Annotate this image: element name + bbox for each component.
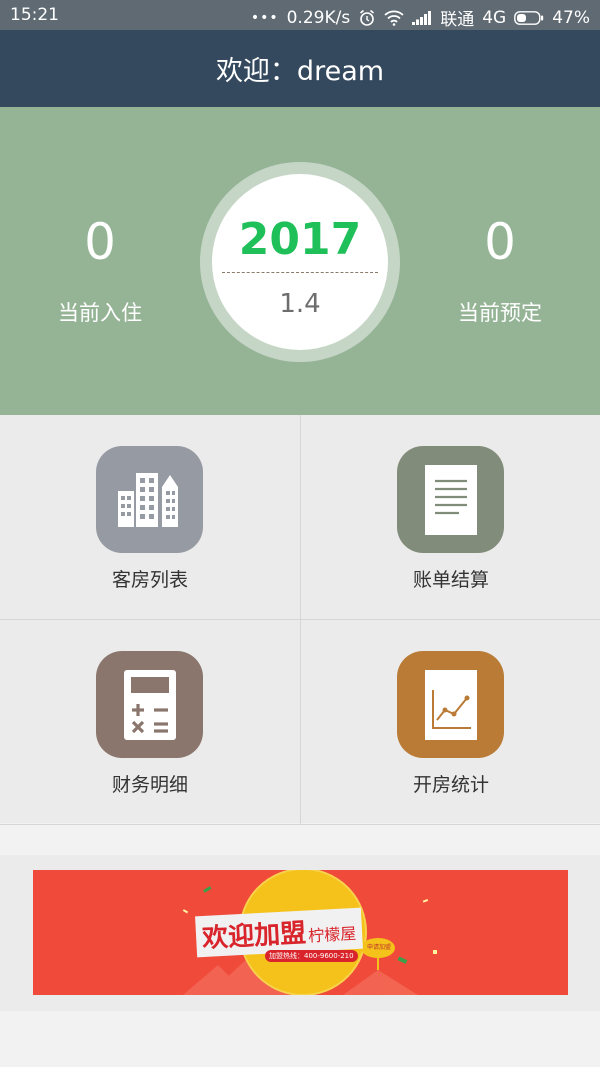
alarm-icon (358, 9, 376, 27)
menu-bill-settlement[interactable]: 账单结算 (301, 415, 600, 620)
banner-hotline: 加盟热线：400-9600-210 (265, 950, 358, 962)
network-speed: 0.29K/s (286, 7, 351, 28)
reserved-count: 0 (484, 213, 516, 271)
battery-icon (514, 10, 544, 25)
calculator-icon (96, 651, 203, 758)
menu-finance-details[interactable]: 财务明细 (0, 620, 301, 825)
app-header: 欢迎：dream (0, 30, 600, 107)
menu-room-statistics-label: 开房统计 (412, 774, 489, 796)
building-icon (96, 446, 203, 553)
wifi-icon (384, 10, 404, 26)
network-type: 4G (482, 7, 507, 28)
date-divider (222, 272, 378, 273)
banner-brand: 柠檬屋 (307, 923, 357, 946)
summary-panel: 0 当前入住 2017 1.4 0 当前预定 (0, 107, 600, 415)
menu-room-list[interactable]: 客房列表 (0, 415, 301, 620)
checked-in-stat[interactable]: 0 当前入住 (0, 217, 200, 327)
banner-headline: 欢迎加盟 (201, 918, 307, 955)
menu-room-list-label: 客房列表 (111, 569, 188, 591)
date-circle: 2017 1.4 (200, 162, 400, 362)
menu-room-statistics[interactable]: 开房统计 (301, 620, 600, 825)
franchise-banner[interactable]: 欢迎加盟 柠檬屋 加盟热线：400-9600-210 申请加盟 (33, 870, 568, 995)
status-time: 15:21 (10, 5, 59, 25)
welcome-title: 欢迎：dream (215, 56, 385, 87)
date-year: 2017 (238, 214, 362, 265)
carrier-name: 联通 (440, 10, 475, 30)
document-icon (397, 446, 504, 553)
line-chart-icon (397, 651, 504, 758)
battery-percent: 47% (552, 7, 590, 28)
banner-area: 欢迎加盟 柠檬屋 加盟热线：400-9600-210 申请加盟 (0, 855, 600, 1011)
reserved-label: 当前预定 (458, 301, 542, 325)
status-bar: 15:21 ••• 0.29K/s 联通 4G 47% (0, 0, 600, 30)
date-month-day: 1.4 (279, 289, 321, 319)
menu-grid: 客房列表 账单结算 财务明细 开房统计 (0, 415, 600, 825)
more-dots-icon: ••• (250, 9, 279, 26)
menu-finance-details-label: 财务明细 (111, 774, 188, 796)
banner-cta: 申请加盟 (366, 944, 391, 951)
checked-in-count: 0 (84, 213, 116, 271)
signal-icon (412, 10, 432, 25)
reserved-stat[interactable]: 0 当前预定 (400, 217, 600, 327)
menu-bill-settlement-label: 账单结算 (412, 569, 489, 591)
checked-in-label: 当前入住 (58, 301, 142, 325)
